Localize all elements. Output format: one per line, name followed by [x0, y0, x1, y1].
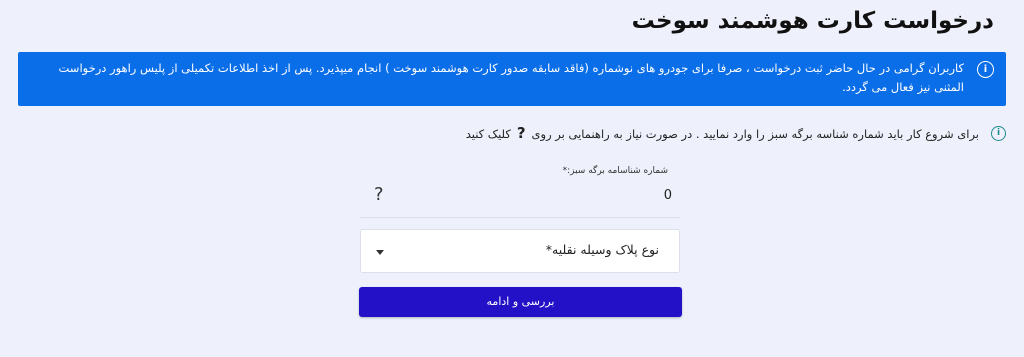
hint-text: برای شروع کار باید شماره شناسه برگه سبز …: [466, 124, 979, 142]
plate-type-select[interactable]: نوع پلاک وسیله نقلیه*: [360, 229, 680, 273]
info-circle-icon: i: [991, 125, 1006, 141]
page-title: درخواست کارت هوشمند سوخت: [631, 8, 994, 34]
serial-field-label: شماره شناسامه برگه سبز:*: [562, 166, 668, 176]
info-icon: i: [977, 61, 994, 78]
hint-text-before: برای شروع کار باید شماره شناسه برگه سبز …: [531, 127, 979, 141]
info-banner-text: کاربران گرامی در حال حاضر ثبت درخواست ، …: [58, 61, 964, 94]
hint-row: i برای شروع کار باید شماره شناسه برگه سب…: [466, 124, 1006, 142]
review-continue-button[interactable]: بررسی و ادامه: [359, 287, 682, 317]
info-banner: i کاربران گرامی در حال حاضر ثبت درخواست …: [18, 52, 1006, 106]
question-mark-icon[interactable]: ?: [374, 185, 384, 205]
serial-input[interactable]: [400, 182, 672, 208]
caret-down-icon: [376, 250, 384, 255]
green-sheet-serial-field: شماره شناسامه برگه سبز:* ?: [360, 166, 680, 218]
plate-type-selected: نوع پلاک وسیله نقلیه*: [545, 242, 659, 257]
hint-text-after: کلیک کنید: [465, 127, 511, 141]
help-question-icon[interactable]: ?: [517, 124, 526, 142]
